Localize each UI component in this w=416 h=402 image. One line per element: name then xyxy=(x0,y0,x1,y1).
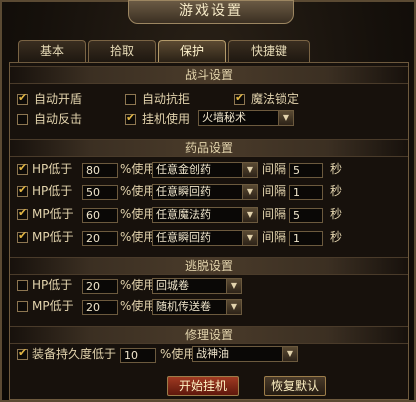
potion-threshold-input[interactable]: 80 xyxy=(82,163,118,178)
window-title: 游戏设置 xyxy=(128,0,294,24)
chevron-down-icon: ▼ xyxy=(242,185,257,199)
tab-pickup[interactable]: 拾取 xyxy=(88,40,156,62)
afk-use-checkbox[interactable] xyxy=(125,111,136,125)
chevron-down-icon: ▼ xyxy=(242,208,257,222)
potion-threshold-input[interactable]: 60 xyxy=(82,208,118,223)
potion-threshold-input[interactable]: 50 xyxy=(82,185,118,200)
use-label: %使用 xyxy=(120,207,156,221)
chevron-down-icon: ▼ xyxy=(226,279,241,293)
escape-item-select[interactable]: 随机传送卷 ▼ xyxy=(152,299,242,315)
seconds-label: 秒 xyxy=(330,230,343,244)
escape-row-checkbox[interactable] xyxy=(17,301,28,312)
tab-hotkeys[interactable]: 快捷键 xyxy=(228,40,310,62)
repair-label: 装备持久度低于 xyxy=(32,347,117,361)
escape-threshold-input[interactable]: 20 xyxy=(82,300,118,315)
potion-row-checkbox[interactable] xyxy=(17,183,28,197)
use-label: %使用 xyxy=(120,184,156,198)
tab-basic[interactable]: 基本 xyxy=(18,40,86,62)
reset-defaults-button[interactable]: 恢复默认 xyxy=(264,376,326,396)
potion-item-select[interactable]: 任意金创药 ▼ xyxy=(152,162,258,178)
use-label: %使用 xyxy=(160,347,196,361)
escape-section-header: 逃脱设置 xyxy=(10,257,408,275)
potion-row-label: HP低于 xyxy=(32,184,73,198)
chevron-down-icon: ▼ xyxy=(242,163,257,177)
potion-row-checkbox[interactable] xyxy=(17,161,28,175)
potion-item-value: 任意瞬回药 xyxy=(156,231,211,244)
use-label: %使用 xyxy=(120,299,156,313)
interval-input[interactable]: 1 xyxy=(289,185,323,200)
potion-item-value: 任意瞬回药 xyxy=(156,185,211,198)
afk-use-label: 挂机使用 xyxy=(142,112,191,126)
chevron-down-icon: ▼ xyxy=(278,111,293,125)
seconds-label: 秒 xyxy=(330,184,343,198)
auto-resist-checkbox[interactable] xyxy=(125,94,136,105)
interval-label: 间隔 xyxy=(262,207,287,221)
repair-item-select[interactable]: 战神油 ▼ xyxy=(192,346,298,362)
escape-item-value: 随机传送卷 xyxy=(156,300,211,313)
interval-label: 间隔 xyxy=(262,184,287,198)
auto-counter-label: 自动反击 xyxy=(34,112,83,126)
start-afk-button[interactable]: 开始挂机 xyxy=(167,376,239,396)
use-label: %使用 xyxy=(120,278,156,292)
potion-section-header: 药品设置 xyxy=(10,139,408,157)
durability-threshold-input[interactable]: 10 xyxy=(120,348,156,363)
potion-row-checkbox[interactable] xyxy=(17,206,28,220)
potion-row-label: MP低于 xyxy=(32,230,74,244)
auto-counter-checkbox[interactable] xyxy=(17,114,28,125)
escape-row-label: HP低于 xyxy=(32,278,73,292)
potion-item-value: 任意魔法药 xyxy=(156,208,211,221)
auto-shield-checkbox[interactable] xyxy=(17,91,28,105)
seconds-label: 秒 xyxy=(330,162,343,176)
repair-section-header: 修理设置 xyxy=(10,326,408,344)
interval-label: 间隔 xyxy=(262,162,287,176)
repair-item-value: 战神油 xyxy=(196,347,229,360)
escape-row-checkbox[interactable] xyxy=(17,280,28,291)
chevron-down-icon: ▼ xyxy=(242,231,257,245)
use-label: %使用 xyxy=(120,230,156,244)
potion-row-label: MP低于 xyxy=(32,207,74,221)
magic-lock-checkbox[interactable] xyxy=(234,91,245,105)
chevron-down-icon: ▼ xyxy=(282,347,297,361)
settings-window: 游戏设置 基本 拾取 保护 快捷键 战斗设置 自动开盾 自动抗拒 魔法锁定 自动… xyxy=(0,0,416,402)
potion-row-label: HP低于 xyxy=(32,162,73,176)
escape-threshold-input[interactable]: 20 xyxy=(82,279,118,294)
seconds-label: 秒 xyxy=(330,207,343,221)
magic-lock-label: 魔法锁定 xyxy=(251,92,300,106)
escape-item-value: 回城卷 xyxy=(156,279,189,292)
afk-skill-select[interactable]: 火墙秘术 ▼ xyxy=(198,110,294,126)
combat-section-header: 战斗设置 xyxy=(10,66,408,84)
chevron-down-icon: ▼ xyxy=(226,300,241,314)
repair-checkbox[interactable] xyxy=(17,346,28,360)
interval-input[interactable]: 1 xyxy=(289,231,323,246)
interval-label: 间隔 xyxy=(262,230,287,244)
interval-input[interactable]: 5 xyxy=(289,163,323,178)
potion-item-select[interactable]: 任意魔法药 ▼ xyxy=(152,207,258,223)
tab-protect[interactable]: 保护 xyxy=(158,40,226,62)
escape-item-select[interactable]: 回城卷 ▼ xyxy=(152,278,242,294)
potion-row-checkbox[interactable] xyxy=(17,229,28,243)
potion-item-select[interactable]: 任意瞬回药 ▼ xyxy=(152,230,258,246)
escape-row-label: MP低于 xyxy=(32,299,74,313)
use-label: %使用 xyxy=(120,162,156,176)
afk-skill-value: 火墙秘术 xyxy=(202,111,246,124)
auto-shield-label: 自动开盾 xyxy=(34,92,83,106)
auto-resist-label: 自动抗拒 xyxy=(142,92,191,106)
potion-item-value: 任意金创药 xyxy=(156,163,211,176)
potion-threshold-input[interactable]: 20 xyxy=(82,231,118,246)
potion-item-select[interactable]: 任意瞬回药 ▼ xyxy=(152,184,258,200)
interval-input[interactable]: 5 xyxy=(289,208,323,223)
